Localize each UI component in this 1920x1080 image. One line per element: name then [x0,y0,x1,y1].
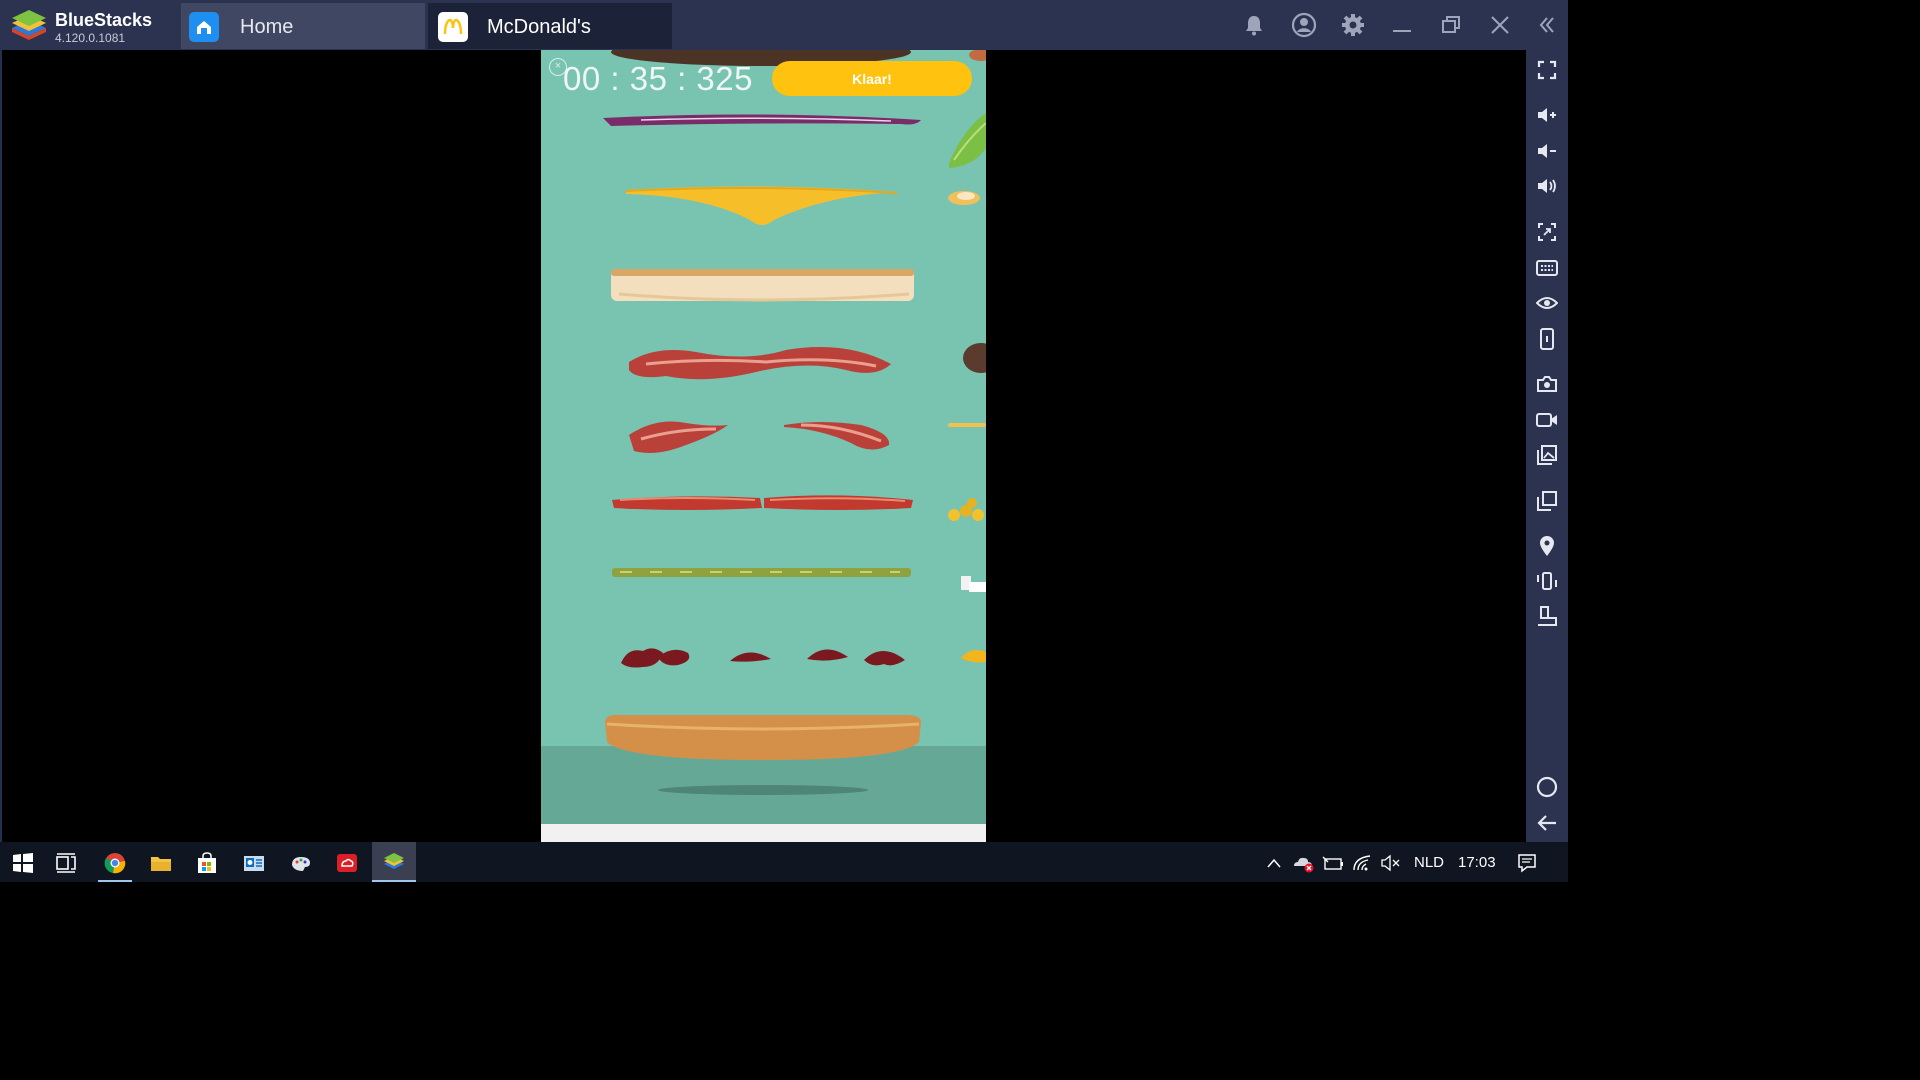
ketchup-ingredient-2[interactable] [728,647,774,667]
lettuce-ingredient[interactable] [939,108,986,176]
portrait-icon[interactable] [1533,602,1561,630]
onion-ingredient[interactable] [601,112,926,130]
store-icon[interactable] [192,848,222,878]
title-bar: BlueStacks 4.120.0.1081 Home McDonald's [0,0,1568,50]
battery-icon[interactable] [1318,848,1348,878]
cheese-ingredient[interactable] [624,182,899,230]
bacon-ingredient[interactable] [626,340,896,390]
eye-icon[interactable] [1533,289,1561,317]
window-border [0,50,2,842]
corn-side-ingredient[interactable] [944,495,986,527]
camera-icon[interactable] [1533,370,1561,398]
chrome-running-indicator [98,880,132,882]
file-explorer-icon[interactable] [146,848,176,878]
bacon-left-ingredient[interactable] [626,415,731,457]
volume-down-icon[interactable] [1533,137,1561,165]
game-screen[interactable]: × 00 : 35 : 325 Klaar! [541,50,986,842]
tomato-ingredient[interactable] [610,492,915,512]
minimize-icon[interactable] [1387,10,1417,40]
tab-home[interactable]: Home [181,3,425,49]
adobe-cloud-icon[interactable] [332,848,362,878]
home-icon [189,12,219,42]
fullscreen-icon[interactable] [1533,56,1561,84]
media-manager-icon[interactable] [1533,441,1561,469]
done-button[interactable]: Klaar! [772,61,972,96]
windows-taskbar: NLD 17:03 [0,842,1568,882]
back-arrow-icon[interactable] [1533,809,1561,837]
rotate-icon[interactable] [1533,567,1561,595]
home-circle-icon[interactable] [1533,773,1561,801]
bluestacks-running-indicator [372,880,416,882]
windows-start-icon[interactable] [8,848,38,878]
multi-instance-icon[interactable] [1533,487,1561,515]
bluestacks-logo: BlueStacks 4.120.0.1081 [8,6,178,46]
location-icon[interactable] [1533,532,1561,560]
game-timer: 00 : 35 : 325 [563,60,753,97]
paint-icon[interactable] [286,848,316,878]
task-view-icon[interactable] [51,848,81,878]
gear-icon[interactable] [1338,10,1368,40]
tab-home-label: Home [240,16,294,38]
volume-up-icon[interactable] [1533,101,1561,129]
bell-icon[interactable] [1239,10,1269,40]
wifi-icon[interactable] [1348,848,1378,878]
bluestacks-icon[interactable] [379,848,409,878]
bluestacks-logo-icon [12,10,46,40]
pickle-ingredient[interactable] [610,565,913,581]
record-icon[interactable] [1533,406,1561,434]
right-sidebar [1526,50,1568,842]
keyboard-icon[interactable] [1533,254,1561,282]
onedrive-error-icon[interactable] [1288,848,1318,878]
speaker-muted-icon[interactable] [1376,848,1406,878]
account-icon[interactable] [1289,10,1319,40]
notifications-icon[interactable] [1512,848,1542,878]
close-icon[interactable] [1485,10,1515,40]
side-ingredient-top[interactable] [966,50,986,64]
screen-lock-icon[interactable] [1533,218,1561,246]
collapse-sidebar-icon[interactable] [1532,10,1562,40]
chevron-up-icon[interactable] [1259,848,1289,878]
phone-shake-icon[interactable] [1533,325,1561,353]
mcdonalds-logo-icon [438,12,468,42]
taskbar-clock[interactable]: 17:03 [1458,854,1496,871]
ketchup-ingredient-4[interactable] [862,644,908,670]
restore-icon[interactable] [1436,10,1466,40]
input-language[interactable]: NLD [1414,854,1444,871]
mute-icon[interactable] [1533,172,1561,200]
app-version: 4.120.0.1081 [55,31,126,45]
game-bottom-bar [541,824,986,842]
mustard-side-ingredient[interactable] [959,646,986,666]
outlook-icon[interactable] [239,848,269,878]
bun-bottom-ingredient[interactable] [601,712,926,764]
patty-side-ingredient[interactable] [961,340,986,376]
ketchup-ingredient-3[interactable] [805,643,851,667]
chrome-icon[interactable] [100,848,130,878]
ketchup-ingredient[interactable] [618,643,713,677]
tab-mcdonalds-label: McDonald's [487,16,591,38]
onion-side-ingredient[interactable] [959,572,986,596]
sauce-ingredient[interactable] [944,188,986,210]
bacon-right-ingredient[interactable] [781,415,893,457]
tab-mcdonalds[interactable]: McDonald's [428,3,672,49]
bun-shadow [658,785,868,795]
brand-name: BlueStacks [55,10,153,30]
bun-middle-ingredient[interactable] [609,266,916,304]
fries-side-ingredient[interactable] [946,420,986,430]
